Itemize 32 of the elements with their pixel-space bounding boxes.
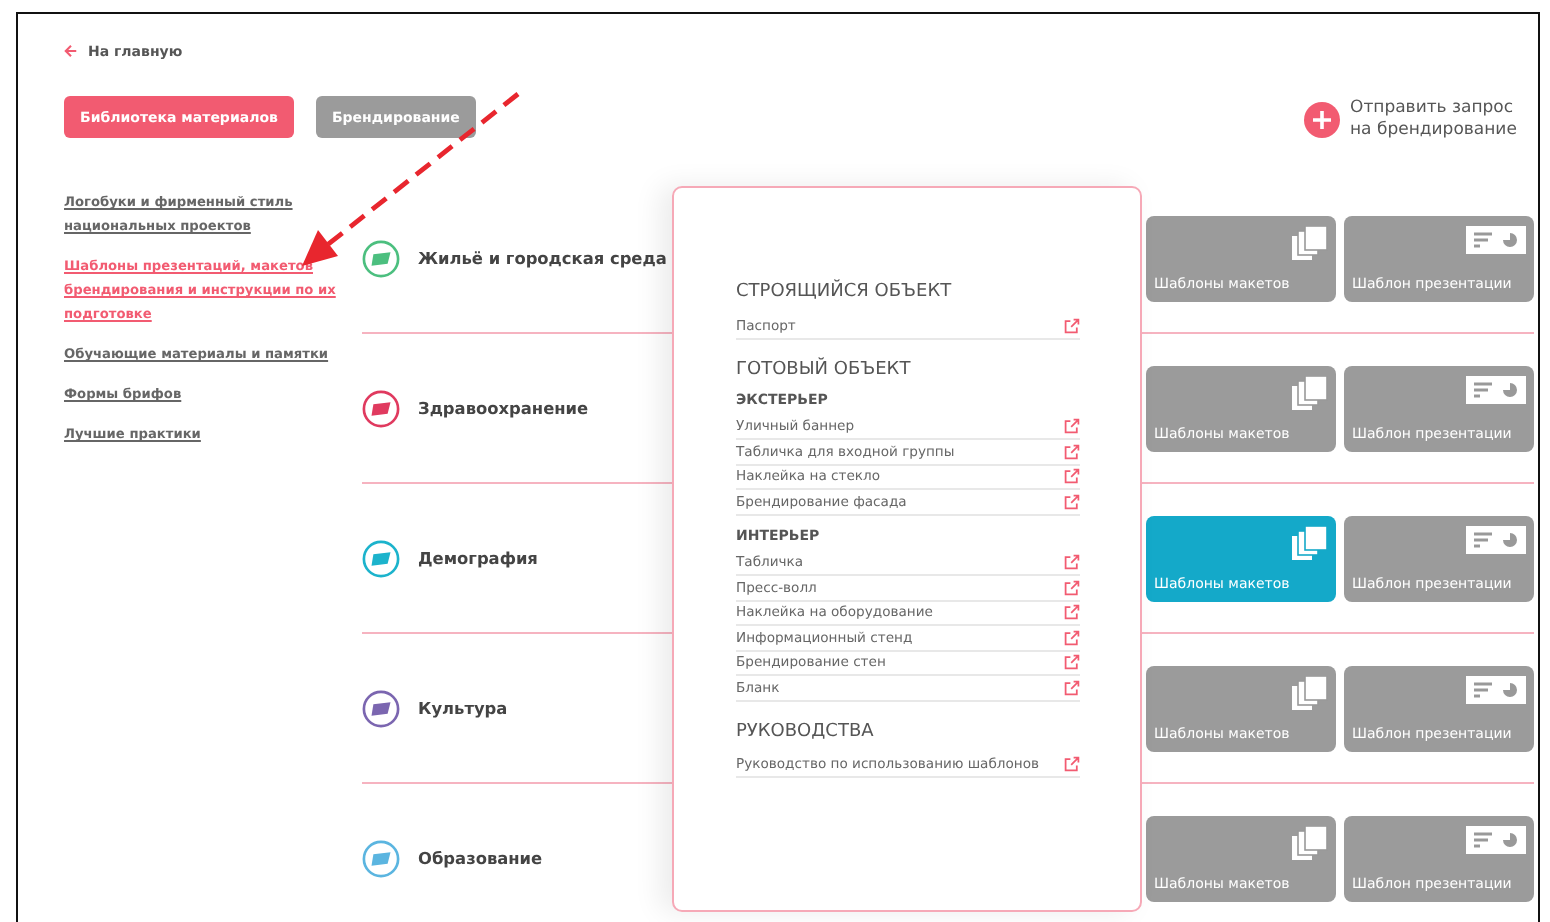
section-title: СТРОЯЩИЙСЯ ОБЪЕКТ [736,282,954,302]
presentation-icon [1466,825,1526,853]
pages-stack-icon [1292,225,1328,259]
external-link-icon [1064,443,1080,460]
external-link-icon [1064,468,1080,485]
section-title: РУКОВОДСТВА [736,721,876,741]
category-name: Демография [418,548,538,568]
category-name: Образование [418,848,543,868]
external-link-icon [1064,493,1080,510]
presentation-icon [1466,225,1526,253]
pages-stack-icon [1292,675,1328,709]
pages-stack-icon [1292,825,1328,859]
pages-stack-icon [1292,375,1328,409]
presentation-icon [1466,675,1526,703]
pages-stack-icon [1292,525,1328,559]
plus-icon [1304,102,1340,138]
external-link-icon [1064,317,1080,334]
external-link-icon [1064,679,1080,696]
external-link-icon [1064,756,1080,773]
external-link-icon [1064,579,1080,596]
section-title: ГОТОВЫЙ ОБЪЕКТ [736,359,913,379]
external-link-icon [1064,554,1080,571]
category-name: Здравоохранение [418,398,589,418]
external-link-icon [1064,604,1080,621]
back-arrow-icon [64,44,78,58]
external-link-icon [1064,418,1080,435]
presentation-icon [1466,375,1526,403]
category-name: Жильё и городская среда [418,248,667,268]
external-link-icon [1064,654,1080,671]
presentation-icon [1466,525,1526,553]
category-name: Культура [418,698,508,718]
external-link-icon [1064,629,1080,646]
